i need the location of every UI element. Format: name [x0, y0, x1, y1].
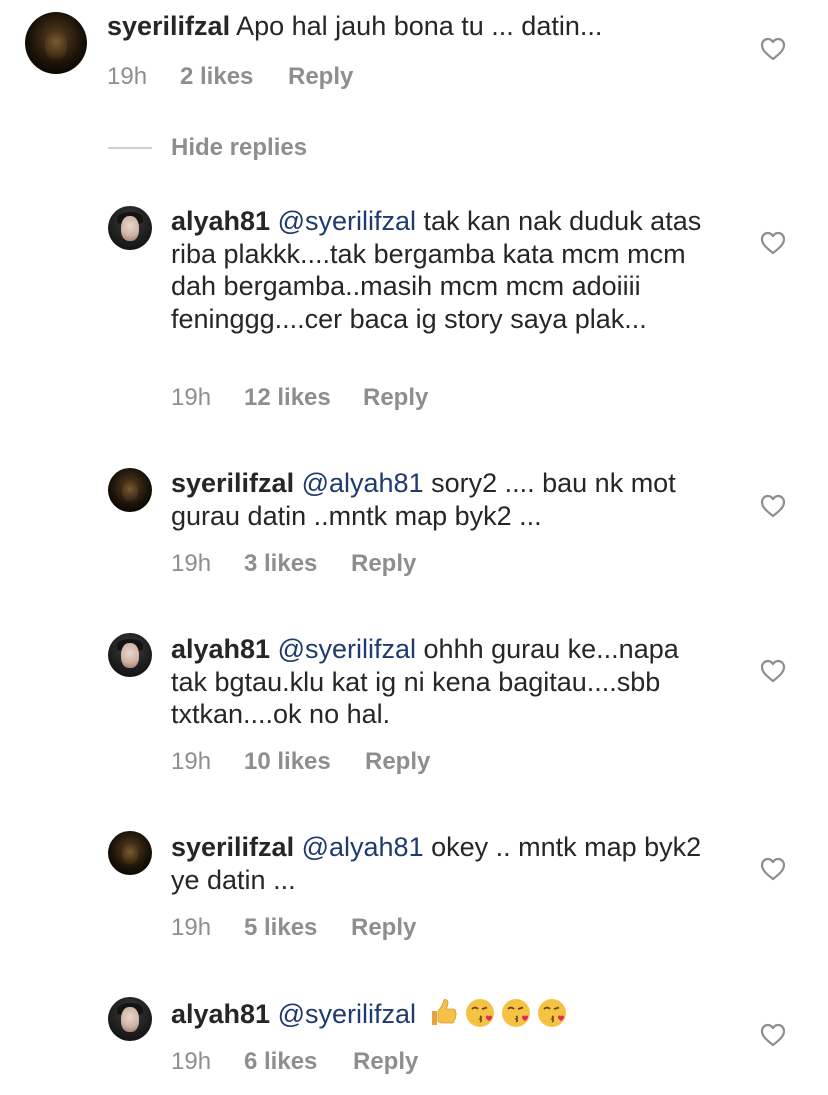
comment-likes[interactable]: 2 likes [180, 63, 253, 91]
avatar[interactable] [108, 633, 152, 677]
comment-meta: 19h 2 likes Reply [107, 63, 407, 93]
avatar[interactable] [108, 831, 152, 875]
comment-meta: 19h 3 likes Reply [171, 550, 491, 580]
avatar[interactable] [108, 206, 152, 250]
comment-text: alyah81 @syerilifzal tak kan nak duduk a… [171, 205, 731, 335]
comment-time: 19h [107, 63, 148, 90]
comment-mention[interactable]: @syerilifzal [278, 634, 416, 664]
comment-time: 19h [171, 384, 212, 411]
heart-outline-icon[interactable] [760, 659, 786, 683]
comment-username[interactable]: alyah81 [171, 634, 270, 664]
comment-text: syerilifzal @alyah81 sory2 .... bau nk m… [171, 467, 711, 532]
avatar[interactable] [108, 468, 152, 512]
comment-text: alyah81 @syerilifzal ohhh gurau ke...nap… [171, 633, 716, 731]
comment-thread: syerilifzal Apo hal jauh bona tu ... dat… [0, 0, 828, 1095]
reply-button[interactable]: Reply [365, 748, 430, 776]
comment-meta: 19h 10 likes Reply [171, 748, 491, 778]
comment-likes[interactable]: 10 likes [244, 748, 331, 776]
comment-mention[interactable]: @alyah81 [302, 832, 424, 862]
comment-time: 19h [171, 748, 212, 775]
comment-likes[interactable]: 6 likes [244, 1048, 317, 1076]
comment-mention[interactable]: @syerilifzal [278, 999, 416, 1029]
face-blowing-kiss-emoji [537, 999, 566, 1027]
comment-username[interactable]: syerilifzal [171, 832, 294, 862]
comment-likes[interactable]: 3 likes [244, 550, 317, 578]
heart-outline-icon[interactable] [760, 1023, 786, 1047]
hide-replies-label: Hide replies [171, 134, 308, 161]
reply-button[interactable]: Reply [351, 914, 416, 942]
comment-meta: 19h 12 likes Reply [171, 384, 491, 414]
avatar[interactable] [108, 997, 152, 1041]
avatar-face [121, 215, 139, 242]
reply-button[interactable]: Reply [363, 384, 428, 412]
comment-username[interactable]: syerilifzal [171, 468, 294, 498]
comment-meta: 19h 5 likes Reply [171, 914, 491, 944]
avatar-face [121, 1006, 139, 1033]
comment-time: 19h [171, 550, 212, 577]
comment-text: alyah81 @syerilifzal [171, 997, 731, 1031]
comment-username[interactable]: syerilifzal [107, 11, 230, 41]
avatar[interactable] [25, 12, 87, 74]
comment-text: syerilifzal Apo hal jauh bona tu ... dat… [107, 10, 727, 43]
heart-outline-icon[interactable] [760, 37, 786, 61]
avatar-face [44, 30, 68, 60]
comment-username[interactable]: alyah81 [171, 999, 270, 1029]
comment-time: 19h [171, 914, 212, 941]
reply-button[interactable]: Reply [288, 63, 353, 91]
comment-mention[interactable]: @syerilifzal [278, 206, 416, 236]
comment-time: 19h [171, 1048, 212, 1075]
comment-likes[interactable]: 5 likes [244, 914, 317, 942]
avatar-face [122, 481, 138, 502]
comment-likes[interactable]: 12 likes [244, 384, 331, 412]
comment-mention[interactable]: @alyah81 [302, 468, 424, 498]
avatar-face [121, 642, 139, 669]
comment-username[interactable]: alyah81 [171, 206, 270, 236]
heart-outline-icon[interactable] [760, 494, 786, 518]
thumbs-up-emoji [431, 999, 457, 1025]
heart-outline-icon[interactable] [760, 231, 786, 255]
face-blowing-kiss-emoji [501, 999, 530, 1027]
heart-outline-icon[interactable] [760, 857, 786, 881]
face-blowing-kiss-emoji [465, 999, 494, 1027]
avatar-face [122, 844, 138, 865]
comment-meta: 19h 6 likes Reply [171, 1048, 491, 1078]
reply-button[interactable]: Reply [351, 550, 416, 578]
reply-button[interactable]: Reply [353, 1048, 418, 1076]
comment-body: Apo hal jauh bona tu ... datin... [236, 11, 603, 41]
comment-text: syerilifzal @alyah81 okey .. mntk map by… [171, 831, 711, 896]
hide-replies-divider [108, 147, 152, 149]
